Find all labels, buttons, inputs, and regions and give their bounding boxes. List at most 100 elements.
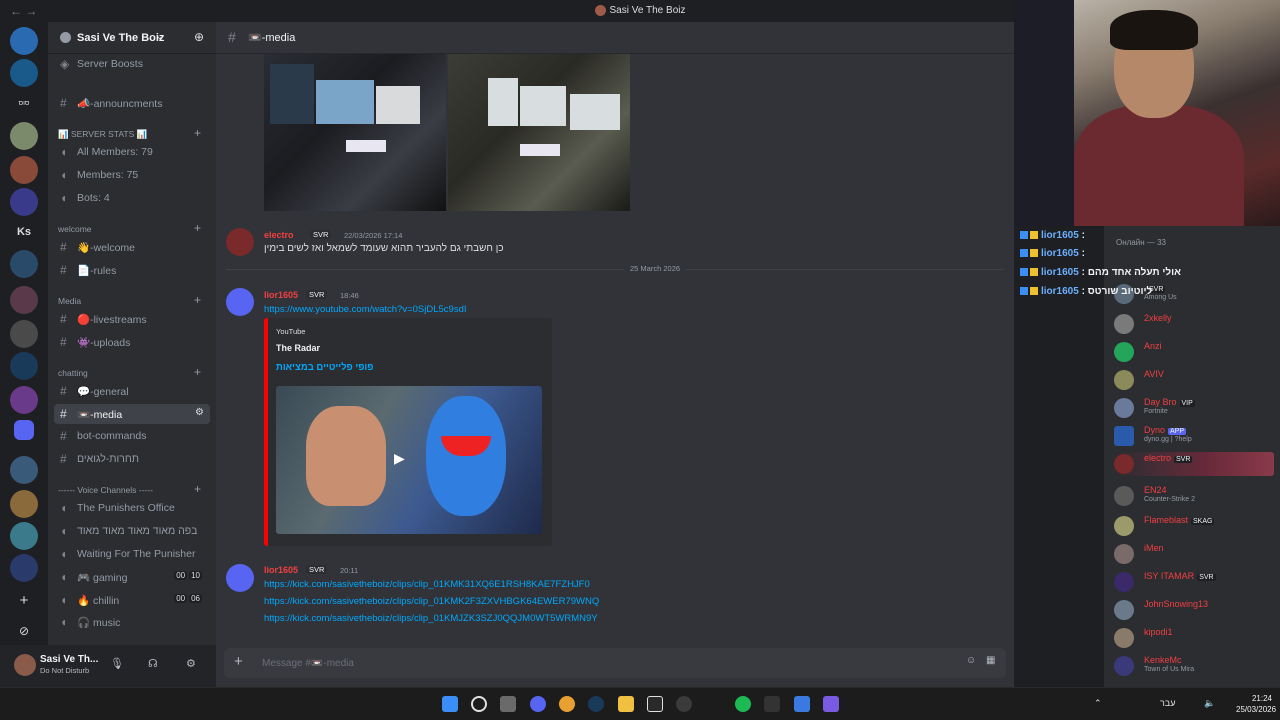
- embed-title[interactable]: פופי פלייטיים במציאות: [276, 362, 373, 373]
- discord-icon[interactable]: [530, 696, 546, 712]
- category-server-stats[interactable]: 📊 SERVER STATS 📊: [58, 129, 147, 140]
- member-item[interactable]: Anzi: [1114, 340, 1274, 364]
- apps-icon[interactable]: ▦: [986, 655, 995, 666]
- server-icon[interactable]: [10, 490, 38, 518]
- channel-uploads[interactable]: # 👾-uploads: [54, 332, 210, 352]
- channel-media[interactable]: # 📼-media ⚙: [54, 404, 210, 424]
- server-icon[interactable]: [10, 122, 38, 150]
- channel-contest[interactable]: # תחרות-לגואים: [54, 449, 210, 469]
- voice-channel-gaming[interactable]: ◖ 🎮 gaming 00 10: [54, 567, 210, 587]
- category-chatting[interactable]: chatting: [58, 368, 88, 378]
- speaker-icon[interactable]: 🔈: [1204, 698, 1215, 709]
- spotify-icon[interactable]: [735, 696, 751, 712]
- add-channel-icon[interactable]: +: [194, 293, 201, 307]
- server-boosts-item[interactable]: ◈ Server Boosts: [54, 54, 210, 74]
- add-server-icon[interactable]: +: [4, 592, 44, 609]
- member-item[interactable]: iMen: [1114, 542, 1274, 566]
- discover-icon[interactable]: ⊘: [4, 624, 44, 638]
- embed-author[interactable]: The Radar: [276, 343, 320, 353]
- server-icon[interactable]: [10, 59, 38, 87]
- channel-rules[interactable]: # 📄-rules: [54, 260, 210, 280]
- start-icon[interactable]: [442, 696, 458, 712]
- voice-stat-bots[interactable]: ◖ Bots: 4: [54, 188, 210, 208]
- member-item[interactable]: kipodi1: [1114, 626, 1274, 650]
- message-author[interactable]: electro: [264, 230, 294, 240]
- clock[interactable]: 21:24 25/03/2026: [1236, 693, 1276, 715]
- member-item[interactable]: Dyno APP dyno.gg | ?help: [1114, 424, 1274, 448]
- server-icon[interactable]: [10, 554, 38, 582]
- server-icon[interactable]: [10, 320, 38, 348]
- member-item[interactable]: KenkeMc Town of Us Mira: [1114, 654, 1274, 678]
- app-icon[interactable]: [823, 696, 839, 712]
- avatar[interactable]: [226, 564, 254, 592]
- server-icon[interactable]: [10, 156, 38, 184]
- category-media[interactable]: Media: [58, 296, 81, 306]
- message-link[interactable]: https://kick.com/sasivetheboiz/clips/cli…: [264, 579, 590, 590]
- channel-general[interactable]: # 💬-general: [54, 381, 210, 401]
- video-thumbnail[interactable]: ▶: [276, 386, 542, 534]
- channel-livestreams[interactable]: # 🔴-livestreams: [54, 309, 210, 329]
- avatar[interactable]: [226, 288, 254, 316]
- message-input[interactable]: [262, 655, 942, 671]
- steam-icon[interactable]: [588, 696, 604, 712]
- server-icon[interactable]: Ks: [4, 226, 44, 238]
- folder-icon[interactable]: [14, 420, 34, 440]
- chevron-up-icon[interactable]: ⌃: [1094, 698, 1102, 709]
- member-item[interactable]: EN24 Counter-Strike 2: [1114, 484, 1274, 508]
- headphones-icon[interactable]: ☊: [148, 657, 158, 670]
- voice-stat-members[interactable]: ◖ Members: 75: [54, 165, 210, 185]
- invite-icon[interactable]: ⊕: [194, 30, 204, 44]
- add-channel-icon[interactable]: +: [194, 126, 201, 140]
- member-item[interactable]: AVIV: [1114, 368, 1274, 392]
- member-item[interactable]: Day Bro VIP Fortnite: [1114, 396, 1274, 420]
- category-voice[interactable]: ------ Voice Channels -----: [58, 485, 153, 495]
- voice-channel[interactable]: ◖ בפה מאוד מאוד מאוד מאוד: [54, 521, 210, 541]
- play-icon[interactable]: ▶: [394, 450, 405, 467]
- app-icon[interactable]: [647, 696, 663, 712]
- category-welcome[interactable]: welcome: [58, 224, 92, 234]
- gear-icon[interactable]: ⚙: [186, 657, 196, 670]
- search-icon[interactable]: [471, 696, 487, 712]
- message-link[interactable]: https://kick.com/sasivetheboiz/clips/cli…: [264, 613, 598, 624]
- server-icon[interactable]: [10, 522, 38, 550]
- notepad-icon[interactable]: [794, 696, 810, 712]
- attachment-image[interactable]: [264, 54, 446, 211]
- chevron-down-icon[interactable]: ⌄: [156, 31, 164, 42]
- server-icon[interactable]: [10, 250, 38, 278]
- server-icon[interactable]: סוס: [4, 100, 44, 107]
- server-icon[interactable]: [10, 386, 38, 414]
- task-view-icon[interactable]: [500, 696, 516, 712]
- add-channel-icon[interactable]: +: [194, 482, 201, 496]
- add-channel-icon[interactable]: +: [194, 221, 201, 235]
- channel-welcome[interactable]: # 👋-welcome: [54, 237, 210, 257]
- epic-games-icon[interactable]: [764, 696, 780, 712]
- direct-messages-icon[interactable]: [10, 27, 38, 55]
- server-icon[interactable]: [10, 456, 38, 484]
- member-item[interactable]: JohnSnowing13: [1114, 598, 1274, 622]
- chrome-icon[interactable]: [559, 696, 575, 712]
- member-item[interactable]: Flameblast SKAG: [1114, 514, 1274, 538]
- server-header[interactable]: Sasi Ve The Boiz ⌄ ⊕: [48, 22, 216, 54]
- add-channel-icon[interactable]: +: [194, 365, 201, 379]
- voice-stat-all-members[interactable]: ◖ All Members: 79: [54, 142, 210, 162]
- member-item[interactable]: ISY ITAMAR SVR: [1114, 570, 1274, 594]
- avatar[interactable]: [226, 228, 254, 256]
- attach-plus-icon[interactable]: +: [234, 653, 243, 670]
- channel-settings-icon[interactable]: ⚙: [195, 407, 204, 418]
- voice-channel-music[interactable]: ◖ 🎧 music: [54, 612, 210, 632]
- message-link[interactable]: https://kick.com/sasivetheboiz/clips/cli…: [264, 596, 599, 607]
- server-icon[interactable]: [10, 286, 38, 314]
- message-link[interactable]: https://www.youtube.com/watch?v=0SjDL5c9…: [264, 304, 467, 315]
- message-author[interactable]: lior1605: [264, 290, 298, 300]
- voice-channel[interactable]: ◖ Waiting For The Punisher: [54, 544, 210, 564]
- voice-channel-chillin[interactable]: ◖ 🔥 chillin 00 06: [54, 590, 210, 610]
- voice-channel[interactable]: ◖ The Punishers Office: [54, 498, 210, 518]
- member-item[interactable]: electro SVR: [1114, 452, 1274, 476]
- file-explorer-icon[interactable]: [618, 696, 634, 712]
- server-icon[interactable]: [10, 352, 38, 380]
- language-indicator[interactable]: עבר: [1160, 698, 1175, 708]
- server-icon[interactable]: [10, 188, 38, 216]
- obs-icon[interactable]: [676, 696, 692, 712]
- microphone-icon[interactable]: 🎙: [110, 657, 124, 670]
- avatar[interactable]: [14, 654, 36, 676]
